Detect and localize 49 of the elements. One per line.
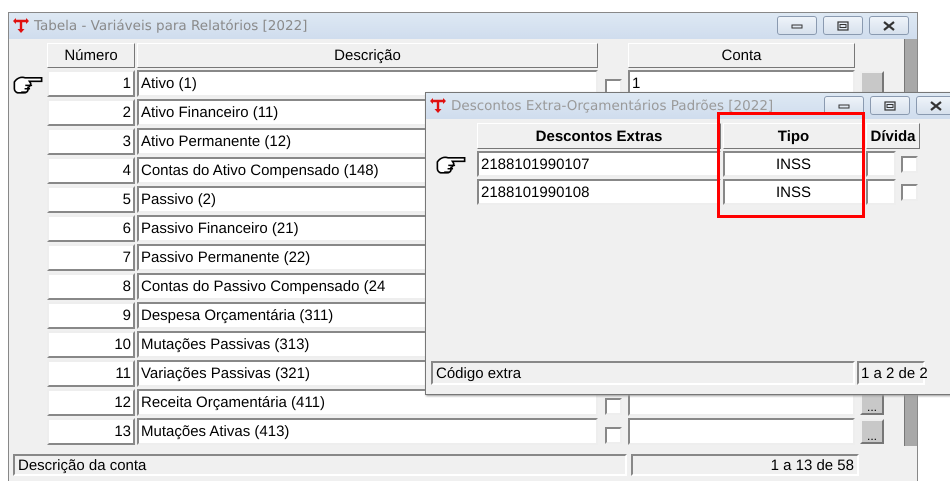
window-title: Tabela - Variáveis para Relatórios [2022] [34, 18, 308, 34]
close-button[interactable] [916, 96, 950, 115]
checkbox[interactable] [604, 398, 622, 415]
table-cell: Mutações Ativas (413) [137, 418, 598, 445]
column-header[interactable]: Descontos Extras [477, 123, 721, 149]
checkbox[interactable] [604, 427, 622, 444]
column-header[interactable]: Descrição [137, 43, 598, 68]
close-icon [930, 100, 942, 110]
table-cell: 10 [47, 331, 135, 358]
table-cell: 11 [47, 360, 135, 387]
table-cell: INSS [723, 179, 864, 205]
input-field[interactable] [628, 418, 855, 445]
status-text: Descrição da conta [13, 454, 627, 476]
table-cell: 1 [47, 70, 135, 97]
column-header[interactable]: Dívida [866, 123, 920, 149]
logo-icon [430, 98, 446, 114]
close-icon [883, 20, 895, 30]
table-cell: 6 [47, 215, 135, 242]
checkbox[interactable] [901, 184, 918, 200]
checkbox[interactable] [901, 156, 918, 172]
logo-icon [13, 18, 29, 34]
maximize-button[interactable] [870, 96, 910, 115]
table-cell: 12 [47, 389, 135, 416]
table-cell: 2188101990108 [477, 179, 721, 205]
table-cell: Receita Orçamentária (411) [137, 389, 598, 416]
column-header[interactable]: Número [47, 43, 135, 68]
table-cell: 9 [47, 302, 135, 329]
table-cell: 2 [47, 99, 135, 126]
table-cell: INSS [723, 151, 864, 177]
maximize-button[interactable] [823, 16, 863, 35]
table-cell: 13 [47, 418, 135, 445]
browse-button[interactable]: ... [860, 419, 884, 444]
table-cell: 4 [47, 157, 135, 184]
table-cell: Ativo (1) [137, 70, 598, 97]
maximize-icon [884, 100, 896, 110]
status-text: Código extra [431, 361, 855, 385]
maximize-icon [837, 20, 849, 30]
input-field[interactable] [866, 179, 896, 205]
record-count: 1 a 13 de 58 [631, 454, 859, 476]
record-count: 1 a 2 de 2 [857, 361, 925, 385]
table-cell: 3 [47, 128, 135, 155]
table-cell: 2188101990107 [477, 151, 721, 177]
minimize-button[interactable] [777, 16, 817, 35]
column-header[interactable]: Conta [628, 43, 855, 68]
table-cell: 7 [47, 244, 135, 271]
table-cell: 8 [47, 273, 135, 300]
input-field[interactable] [866, 151, 896, 177]
table-cell: 5 [47, 186, 135, 213]
close-button[interactable] [869, 16, 909, 35]
